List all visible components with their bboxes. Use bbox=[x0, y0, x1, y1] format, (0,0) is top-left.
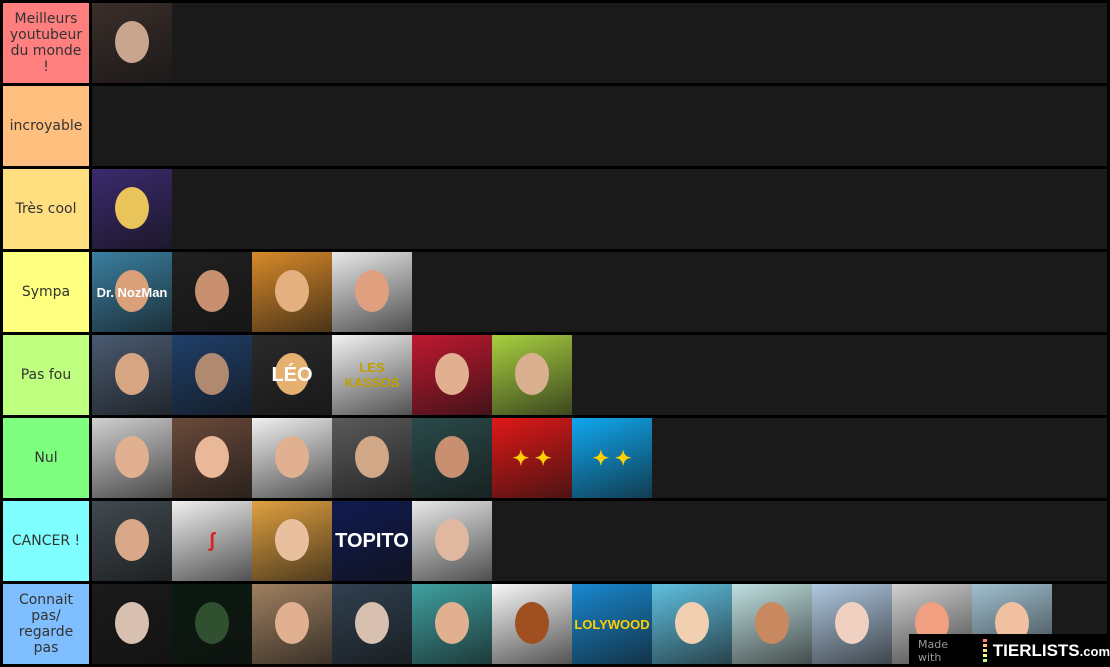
tier-items: ʃ TOPITO bbox=[92, 501, 1107, 581]
tier-item-image[interactable] bbox=[412, 584, 492, 664]
tier-row: Très cool bbox=[3, 169, 1107, 249]
tier-item-image[interactable] bbox=[252, 252, 332, 332]
tier-row: Pas fou LÉO LES KASSOS bbox=[3, 335, 1107, 415]
tier-item-image[interactable]: Dr. NozMan bbox=[92, 252, 172, 332]
portrait-shape bbox=[355, 270, 389, 312]
item-logo-text: ✦ ✦ bbox=[592, 447, 632, 470]
tier-item-image[interactable]: TOPITO bbox=[332, 501, 412, 581]
logo-bar bbox=[982, 644, 987, 647]
portrait-shape bbox=[275, 270, 309, 312]
tier-item-image[interactable] bbox=[252, 584, 332, 664]
tier-label[interactable]: Sympa bbox=[3, 252, 89, 332]
portrait-shape bbox=[195, 270, 229, 312]
tier-item-image[interactable] bbox=[92, 501, 172, 581]
item-logo-text: ʃ bbox=[208, 529, 216, 552]
portrait-shape bbox=[435, 519, 469, 561]
tier-items: ✦ ✦ ✦ ✦ bbox=[92, 418, 1107, 498]
tier-item-image[interactable]: ✦ ✦ bbox=[572, 418, 652, 498]
tier-item-image[interactable] bbox=[92, 3, 172, 83]
portrait-shape bbox=[515, 353, 549, 395]
tier-item-image[interactable] bbox=[92, 584, 172, 664]
portrait-shape bbox=[115, 519, 149, 561]
tier-item-image[interactable] bbox=[492, 584, 572, 664]
tier-item-image[interactable] bbox=[92, 418, 172, 498]
tier-row: incroyable bbox=[3, 86, 1107, 166]
made-with-text: Made with bbox=[918, 637, 948, 664]
tier-row: CANCER ! ʃ TOPITO bbox=[3, 501, 1107, 581]
tier-item-image[interactable]: LES KASSOS bbox=[332, 335, 412, 415]
item-logo-text: TOPITO bbox=[335, 529, 409, 552]
portrait-shape bbox=[115, 353, 149, 395]
portrait-shape bbox=[755, 602, 789, 644]
tier-items: Dr. NozMan bbox=[92, 252, 1107, 332]
tier-item-image[interactable]: LOLYWOOD bbox=[572, 584, 652, 664]
tier-item-image[interactable] bbox=[172, 252, 252, 332]
portrait-shape bbox=[435, 353, 469, 395]
watermark: Made with TIERLISTS.com bbox=[909, 634, 1110, 667]
tier-label[interactable]: Très cool bbox=[3, 169, 89, 249]
item-logo-text: LÉO bbox=[271, 363, 313, 386]
portrait-shape bbox=[835, 602, 869, 644]
portrait-shape bbox=[275, 436, 309, 478]
tier-item-image[interactable] bbox=[252, 418, 332, 498]
portrait-shape bbox=[115, 21, 149, 63]
tier-label[interactable]: Meilleurs youtubeur du monde ! bbox=[3, 3, 89, 83]
portrait-shape bbox=[195, 353, 229, 395]
logo-bar bbox=[982, 649, 987, 652]
portrait-shape bbox=[195, 602, 229, 644]
tier-item-image[interactable] bbox=[412, 335, 492, 415]
tier-item-image[interactable] bbox=[332, 584, 412, 664]
tier-item-image[interactable] bbox=[172, 335, 252, 415]
portrait-shape bbox=[355, 602, 389, 644]
tier-items bbox=[92, 169, 1107, 249]
tier-item-image[interactable] bbox=[92, 335, 172, 415]
item-logo-text: ✦ ✦ bbox=[512, 447, 552, 470]
tier-label[interactable]: incroyable bbox=[3, 86, 89, 166]
tier-item-image[interactable] bbox=[412, 418, 492, 498]
item-logo-text: Dr. NozMan bbox=[96, 284, 168, 300]
tier-item-image[interactable] bbox=[172, 418, 252, 498]
tier-item-image[interactable] bbox=[412, 501, 492, 581]
tier-row: Meilleurs youtubeur du monde ! bbox=[3, 3, 1107, 83]
tierlists-logo-icon bbox=[982, 638, 987, 663]
tier-label[interactable]: Connait pas/ regarde pas bbox=[3, 584, 89, 664]
portrait-shape bbox=[675, 602, 709, 644]
item-logo-text: LOLYWOOD bbox=[574, 616, 650, 632]
portrait-shape bbox=[435, 602, 469, 644]
portrait-shape bbox=[195, 436, 229, 478]
tier-row: Nul ✦ ✦ ✦ ✦ bbox=[3, 418, 1107, 498]
brand-logo: TIERLISTS.com bbox=[992, 640, 1110, 660]
portrait-shape bbox=[275, 602, 309, 644]
tier-items bbox=[92, 86, 1107, 166]
tier-label[interactable]: Pas fou bbox=[3, 335, 89, 415]
tier-item-image[interactable] bbox=[252, 501, 332, 581]
tier-item-image[interactable]: ✦ ✦ bbox=[492, 418, 572, 498]
tier-items: LÉO LES KASSOS bbox=[92, 335, 1107, 415]
logo-bar bbox=[982, 654, 987, 657]
portrait-shape bbox=[435, 436, 469, 478]
tier-item-image[interactable] bbox=[172, 584, 252, 664]
tier-row: Sympa Dr. NozMan bbox=[3, 252, 1107, 332]
tier-item-image[interactable] bbox=[332, 252, 412, 332]
logo-bar bbox=[982, 639, 987, 642]
tier-item-image[interactable] bbox=[492, 335, 572, 415]
tier-item-image[interactable] bbox=[812, 584, 892, 664]
portrait-shape bbox=[115, 602, 149, 644]
portrait-shape bbox=[115, 187, 149, 229]
tier-item-image[interactable]: LÉO bbox=[252, 335, 332, 415]
tier-item-image[interactable] bbox=[652, 584, 732, 664]
tier-item-image[interactable] bbox=[732, 584, 812, 664]
logo-bar bbox=[982, 659, 987, 662]
tier-items bbox=[92, 3, 1107, 83]
portrait-shape bbox=[355, 436, 389, 478]
tier-item-image[interactable] bbox=[332, 418, 412, 498]
tier-label[interactable]: CANCER ! bbox=[3, 501, 89, 581]
portrait-shape bbox=[115, 436, 149, 478]
tier-label[interactable]: Nul bbox=[3, 418, 89, 498]
tier-item-image[interactable]: ʃ bbox=[172, 501, 252, 581]
item-logo-text: LES KASSOS bbox=[344, 360, 400, 390]
tier-item-image[interactable] bbox=[92, 169, 172, 249]
portrait-shape bbox=[515, 602, 549, 644]
portrait-shape bbox=[275, 519, 309, 561]
